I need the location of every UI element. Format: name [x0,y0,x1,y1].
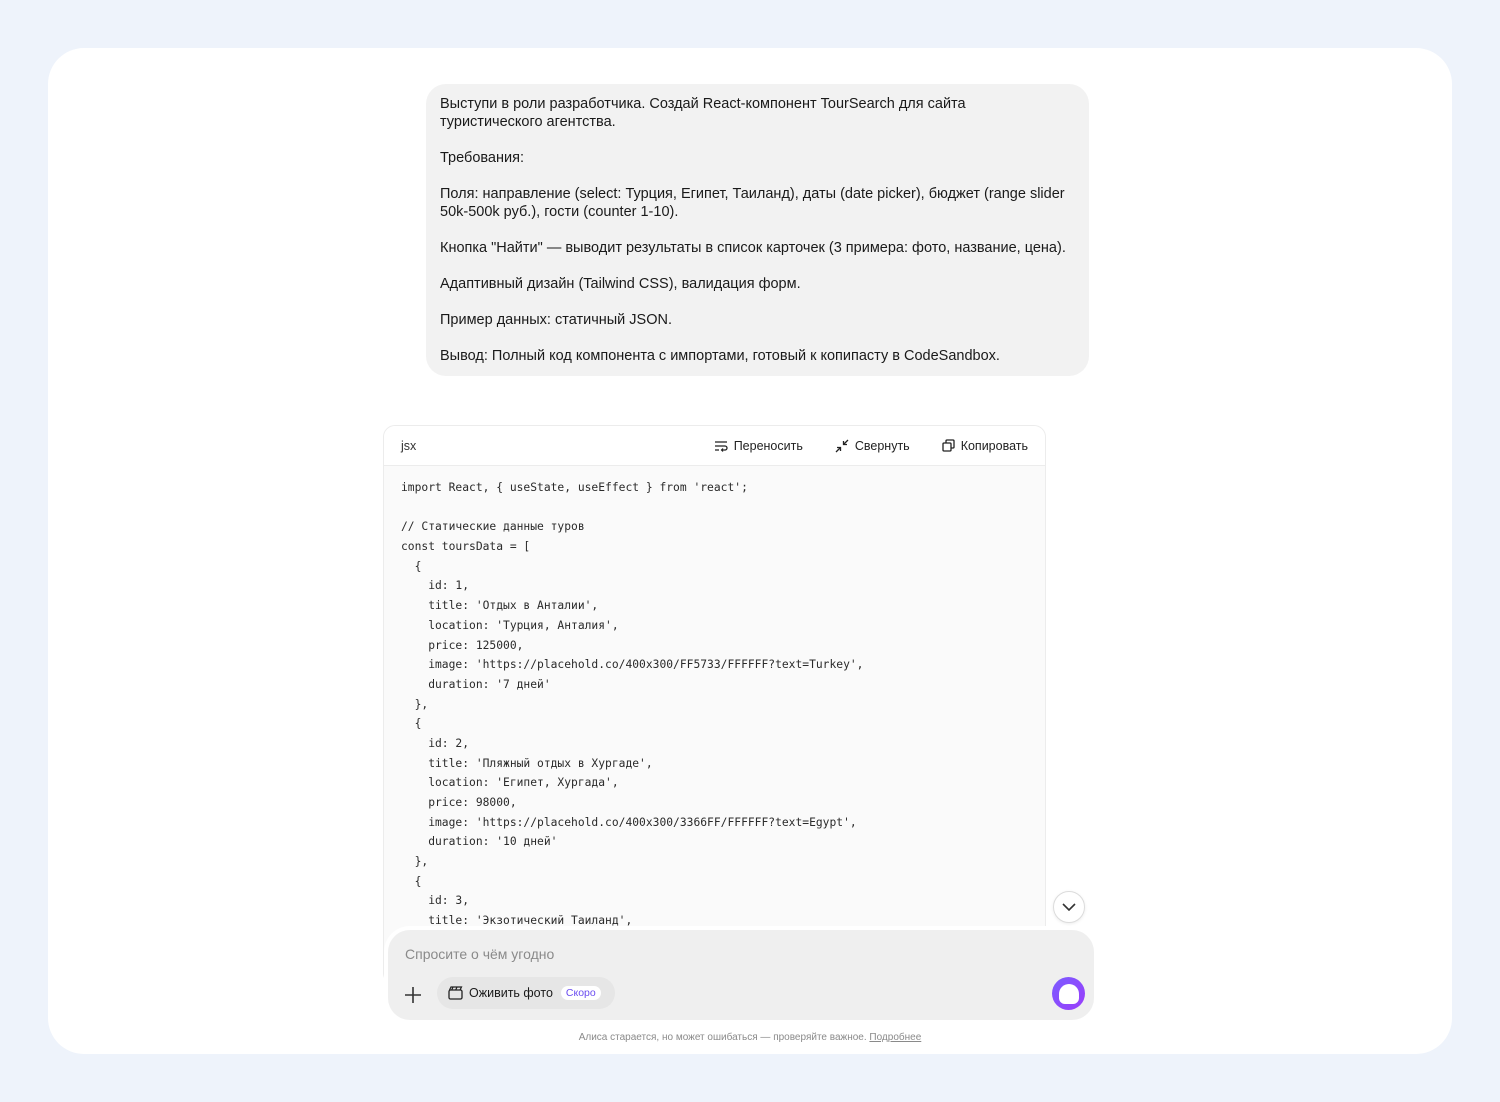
chevron-down-icon [1062,903,1076,911]
code-line: location: 'Турция, Анталия', [401,618,619,632]
clapperboard-icon [448,986,463,1000]
code-line: id: 3, [401,894,470,908]
user-message-paragraph: Вывод: Полный код компонента с импортами… [440,348,1000,364]
code-line: image: 'https://placehold.co/400x300/336… [401,815,857,829]
code-block-header: jsx Переносить Свернуть Копировать [384,426,1045,466]
more-link[interactable]: Подробнее [869,1032,921,1043]
copy-button[interactable]: Копировать [942,439,1028,453]
code-line: duration: '7 дней' [401,677,551,691]
animate-photo-label: Оживить фото [469,986,553,1000]
code-block: jsx Переносить Свернуть Копировать impor… [383,425,1046,985]
alice-voice-button[interactable] [1052,977,1085,1010]
animate-photo-button[interactable]: Оживить фото Скоро [437,977,615,1009]
disclaimer-text: Алиса старается, но может ошибаться — пр… [578,1032,867,1043]
soon-badge: Скоро [560,986,601,1000]
code-line: title: 'Отдых в Анталии', [401,599,599,613]
collapse-button[interactable]: Свернуть [835,439,910,453]
code-line: { [401,874,422,888]
code-line: { [401,559,422,573]
collapse-button-label: Свернуть [854,438,910,453]
wrap-lines-icon [714,440,728,452]
footer-disclaimer: Алиса старается, но может ошибаться — пр… [48,1032,1452,1043]
user-message-bubble: Выступи в роли разработчика. Создай Reac… [426,84,1089,376]
copy-icon [942,439,955,452]
code-line: price: 98000, [401,796,517,809]
code-line: image: 'https://placehold.co/400x300/FF5… [401,658,864,672]
add-attachment-button[interactable] [403,985,423,1005]
message-input[interactable]: Спросите о чём угодно [405,946,554,962]
user-message-paragraph: Пример данных: статичный JSON. [440,312,673,328]
code-line: price: 125000, [401,638,524,652]
scroll-down-button[interactable] [1053,891,1085,923]
collapse-arrows-icon [835,439,849,452]
code-line: id: 2, [401,736,470,750]
code-language-label: jsx [401,438,417,453]
code-line: const toursData = [ [401,540,531,554]
code-line: }, [401,855,429,869]
message-composer: Спросите о чём угодно Оживить фото Скоро [388,930,1094,1020]
plus-icon [405,987,421,1003]
user-message-paragraph: Требования: [440,150,524,166]
code-line: }, [401,697,429,711]
user-message-paragraph: Кнопка "Найти" — выводит результаты в сп… [440,240,1066,256]
code-line: duration: '10 дней' [401,835,558,849]
code-line: // Статические данные туров [401,520,585,534]
code-line: id: 1, [401,579,470,593]
user-message-paragraph: Выступи в роли разработчика. Создай Reac… [440,96,966,130]
alice-icon [1058,983,1079,1004]
copy-button-label: Копировать [960,438,1028,453]
code-line: title: 'Пляжный отдых в Хургаде', [401,756,653,770]
user-message-paragraph: Адаптивный дизайн (Tailwind CSS), валида… [440,276,801,292]
wrap-button[interactable]: Переносить [714,439,803,453]
user-message-paragraph: Поля: направление (select: Турция, Египе… [440,186,1065,220]
code-line: title: 'Экзотический Таиланд', [401,914,633,928]
code-line: import React, { useState, useEffect } fr… [401,481,748,494]
code-line: { [401,717,422,731]
wrap-button-label: Переносить [733,438,803,453]
code-content: import React, { useState, useEffect } fr… [384,466,1045,943]
chat-window: Выступи в роли разработчика. Создай Reac… [48,48,1452,1054]
app-frame: Выступи в роли разработчика. Создай Reac… [0,0,1500,1102]
code-line: location: 'Египет, Хургада', [401,776,619,790]
